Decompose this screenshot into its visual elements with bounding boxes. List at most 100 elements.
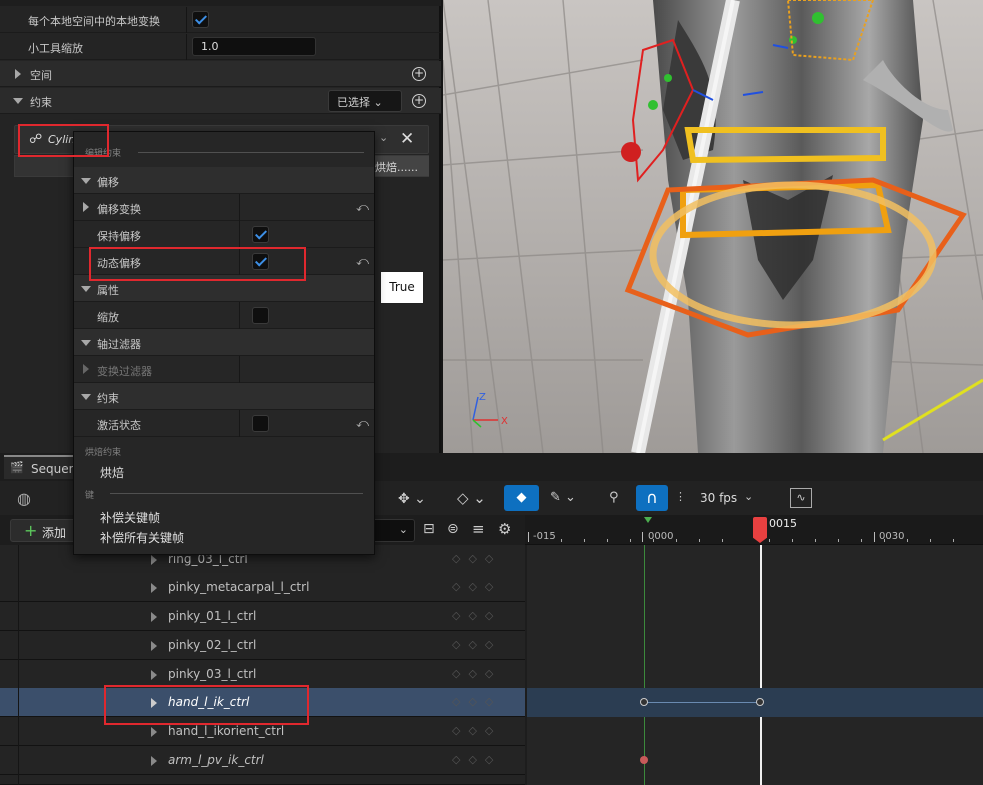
more-options-icon[interactable]: ⋮ [675,490,686,503]
world-icon[interactable]: ◍ [17,489,31,508]
bake-menu-item[interactable]: 烘焙 [100,464,124,481]
viewport[interactable]: Z X [443,0,983,453]
expand-icon[interactable]: ⊜ [447,521,459,537]
key-header: 键 [85,491,95,501]
scale-checkbox[interactable] [252,307,269,324]
active-state-checkbox[interactable] [252,415,269,432]
row-local-transform: 每个本地空间中的本地变换 [0,7,441,33]
keyframe[interactable] [756,698,764,706]
track-row[interactable]: pinky_metacarpal_l_ctrl ◇◇◇ [0,573,525,602]
list-icon[interactable]: ≡ [472,520,485,538]
highlight-box [89,247,306,281]
chevron-down-icon[interactable]: ⌄ [744,490,753,503]
key-nav-icons[interactable]: ◇◇◇ [452,638,501,651]
start-line [644,545,645,785]
chevron-right-icon [83,202,89,212]
chevron-down-icon: ⌄ [373,96,383,109]
close-icon[interactable]: ✕ [400,129,414,149]
track-name: pinky_02_l_ctrl [168,638,257,652]
add-track-button[interactable]: + 添加 [10,519,80,542]
chevron-down-icon[interactable]: ⌄ [379,131,388,144]
constraint-selected-dropdown[interactable]: 已选择 ⌄ [328,90,402,112]
snap-magnet-icon[interactable]: ∩ [636,485,668,511]
collapse-icon[interactable]: ⊟ [423,521,435,537]
keyframe[interactable] [640,698,648,706]
constraint-menu-section[interactable]: 约束 [74,383,374,410]
constraint-section[interactable]: 约束 已选择 ⌄ + [0,88,441,114]
bake-constraint-header: 烘焙约束 [85,448,122,458]
current-frame-label: 0015 [769,517,797,530]
keep-offset-label: 保持偏移 [97,230,141,243]
key-diamond-icon[interactable]: ◇ ⌄ [457,489,486,507]
track-row[interactable]: arm_l_pv_ik_ctrl ◇◇◇ [0,746,525,775]
keyframe[interactable] [640,756,648,764]
track-row[interactable] [0,775,525,785]
fps-dropdown[interactable]: 30 fps [700,491,737,505]
key-nav-icons[interactable]: ◇◇◇ [452,580,501,593]
track-name: hand_l_ikorient_ctrl [168,724,285,738]
reset-arrow-icon[interactable]: ⤺ [356,200,369,215]
add-space-icon[interactable]: + [412,67,426,81]
gizmo-scale-label: 小工具缩放 [28,42,83,55]
start-marker-icon [644,517,652,523]
scale-label: 缩放 [97,311,119,324]
track-name: pinky_01_l_ctrl [168,609,257,623]
active-state-row: 激活状态 ⤺ [74,410,374,437]
chevron-down-icon [13,98,23,104]
add-button-label: 添加 [42,526,67,540]
offset-transform-label: 偏移变换 [97,203,141,216]
key-nav-icons[interactable]: ◇◇◇ [452,753,501,766]
marker-icon[interactable]: ⚲ [609,490,619,505]
transform-filter-row[interactable]: 变换过滤器 [74,356,374,383]
key-range-line [645,702,760,703]
reset-arrow-icon[interactable]: ⤺ [356,416,369,431]
offset-transform-row[interactable]: 偏移变换 ⤺ [74,194,374,221]
key-nav-icons[interactable]: ◇◇◇ [452,609,501,622]
viewport-scene[interactable]: Z X [443,0,983,453]
compensate-all-keys-item[interactable]: 补偿所有关键帧 [100,529,184,546]
key-nav-icons[interactable]: ◇◇◇ [452,724,501,737]
active-state-label: 激活状态 [97,419,141,432]
track-area[interactable] [527,545,983,785]
track-row[interactable]: pinky_01_l_ctrl ◇◇◇ [0,602,525,631]
compensate-key-item[interactable]: 补偿关键帧 [100,509,160,526]
space-section[interactable]: 空间 + [0,61,441,87]
track-name: arm_l_pv_ik_ctrl [168,753,264,767]
local-transform-checkbox[interactable] [192,11,209,28]
axis-filter-section[interactable]: 轴过滤器 [74,329,374,356]
chevron-down-icon [81,286,91,292]
playhead-handle[interactable] [753,517,767,543]
gear-icon[interactable]: ⚙ [498,520,511,538]
row-top-fragment [0,0,441,6]
tick-label: -015 [533,531,556,542]
add-constraint-icon[interactable]: + [412,94,426,108]
chevron-down-icon [81,340,91,346]
local-transform-label: 每个本地空间中的本地变换 [28,15,160,28]
offset-section[interactable]: 偏移 [74,167,374,194]
chevron-right-icon [83,364,89,374]
track-name: pinky_03_l_ctrl [168,667,257,681]
sequencer-tab-label: Sequen [31,462,77,476]
playhead-line [760,545,762,785]
brush-icon[interactable]: ✎ ⌄ [550,490,576,505]
axis-z-label: Z [479,392,486,403]
key-nav-icons[interactable]: ◇◇◇ [452,695,501,708]
search-dropdown[interactable]: ⌄ [373,519,415,542]
key-nav-icons[interactable]: ◇◇◇ [452,667,501,680]
keep-offset-row: 保持偏移 [74,221,374,248]
scale-row: 缩放 [74,302,374,329]
transform-gizmo-icon[interactable]: ✥ ⌄ [398,491,426,507]
axis-filter-label: 轴过滤器 [97,338,141,351]
row-gizmo-scale: 小工具缩放 1.0 [0,34,441,60]
chevron-down-icon [81,394,91,400]
constraint-context-menu: 编辑约束 偏移 偏移变换 ⤺ 保持偏移 动态偏移 ⤺ 属性 缩放 轴过滤器 变换… [73,131,375,555]
bake-button[interactable]: 烘焙...... [371,156,429,176]
curve-editor-icon[interactable]: ∿ [790,488,812,508]
auto-key-icon[interactable]: ◆ [504,485,539,511]
keep-offset-checkbox[interactable] [252,226,269,243]
clapper-icon: 🎬 [10,461,24,474]
reset-arrow-icon[interactable]: ⤺ [356,254,369,269]
key-nav-icons[interactable]: ◇◇◇ [452,552,501,565]
track-row[interactable]: pinky_02_l_ctrl ◇◇◇ [0,631,525,660]
gizmo-scale-input[interactable]: 1.0 [192,37,316,56]
